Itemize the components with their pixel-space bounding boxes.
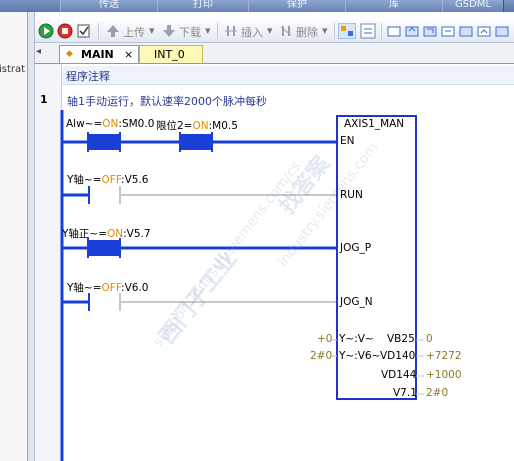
param-out-name-1: VB25 [387, 333, 415, 345]
contact-label-v60: Y轴~=OFF:V6.0 [67, 282, 149, 294]
param-out-value-1: 0 [426, 333, 433, 345]
contact-v57-icon [89, 240, 119, 256]
block-input-jog-n: JOG_N [340, 296, 373, 308]
block-input-jog-p: JOG_P [340, 242, 372, 254]
param-in-name-2: Y~:V6~ [339, 350, 381, 362]
block-title: AXIS1_MAN [344, 118, 405, 130]
param-in-value-2: 2#0 [310, 350, 333, 362]
param-out-value-4: 2#0 [426, 387, 449, 399]
param-out-name-2: VD140 [380, 350, 416, 362]
param-out-name-4: V7.1 [393, 387, 417, 399]
contact-label-v56: Y轴~=OFF:V5.6 [67, 174, 149, 186]
param-in-value-1: +0 [317, 333, 333, 345]
param-in-name-1: Y~:V~ [339, 333, 374, 345]
param-out-value-2: +7272 [426, 350, 462, 362]
block-input-en: EN [340, 135, 355, 147]
block-input-run: RUN [340, 189, 363, 201]
contact-label-sm00: Alw~=ON:SM0.0 [66, 118, 155, 130]
contact-label-v57: Y轴正~=ON:V5.7 [62, 228, 151, 240]
contact-sm00-icon [89, 134, 119, 150]
param-out-name-3: VD144 [381, 369, 417, 381]
contact-m05-icon [181, 134, 211, 150]
contact-label-m05: 限位2=ON:M0.5 [156, 120, 238, 132]
param-out-value-3: +1000 [426, 369, 462, 381]
